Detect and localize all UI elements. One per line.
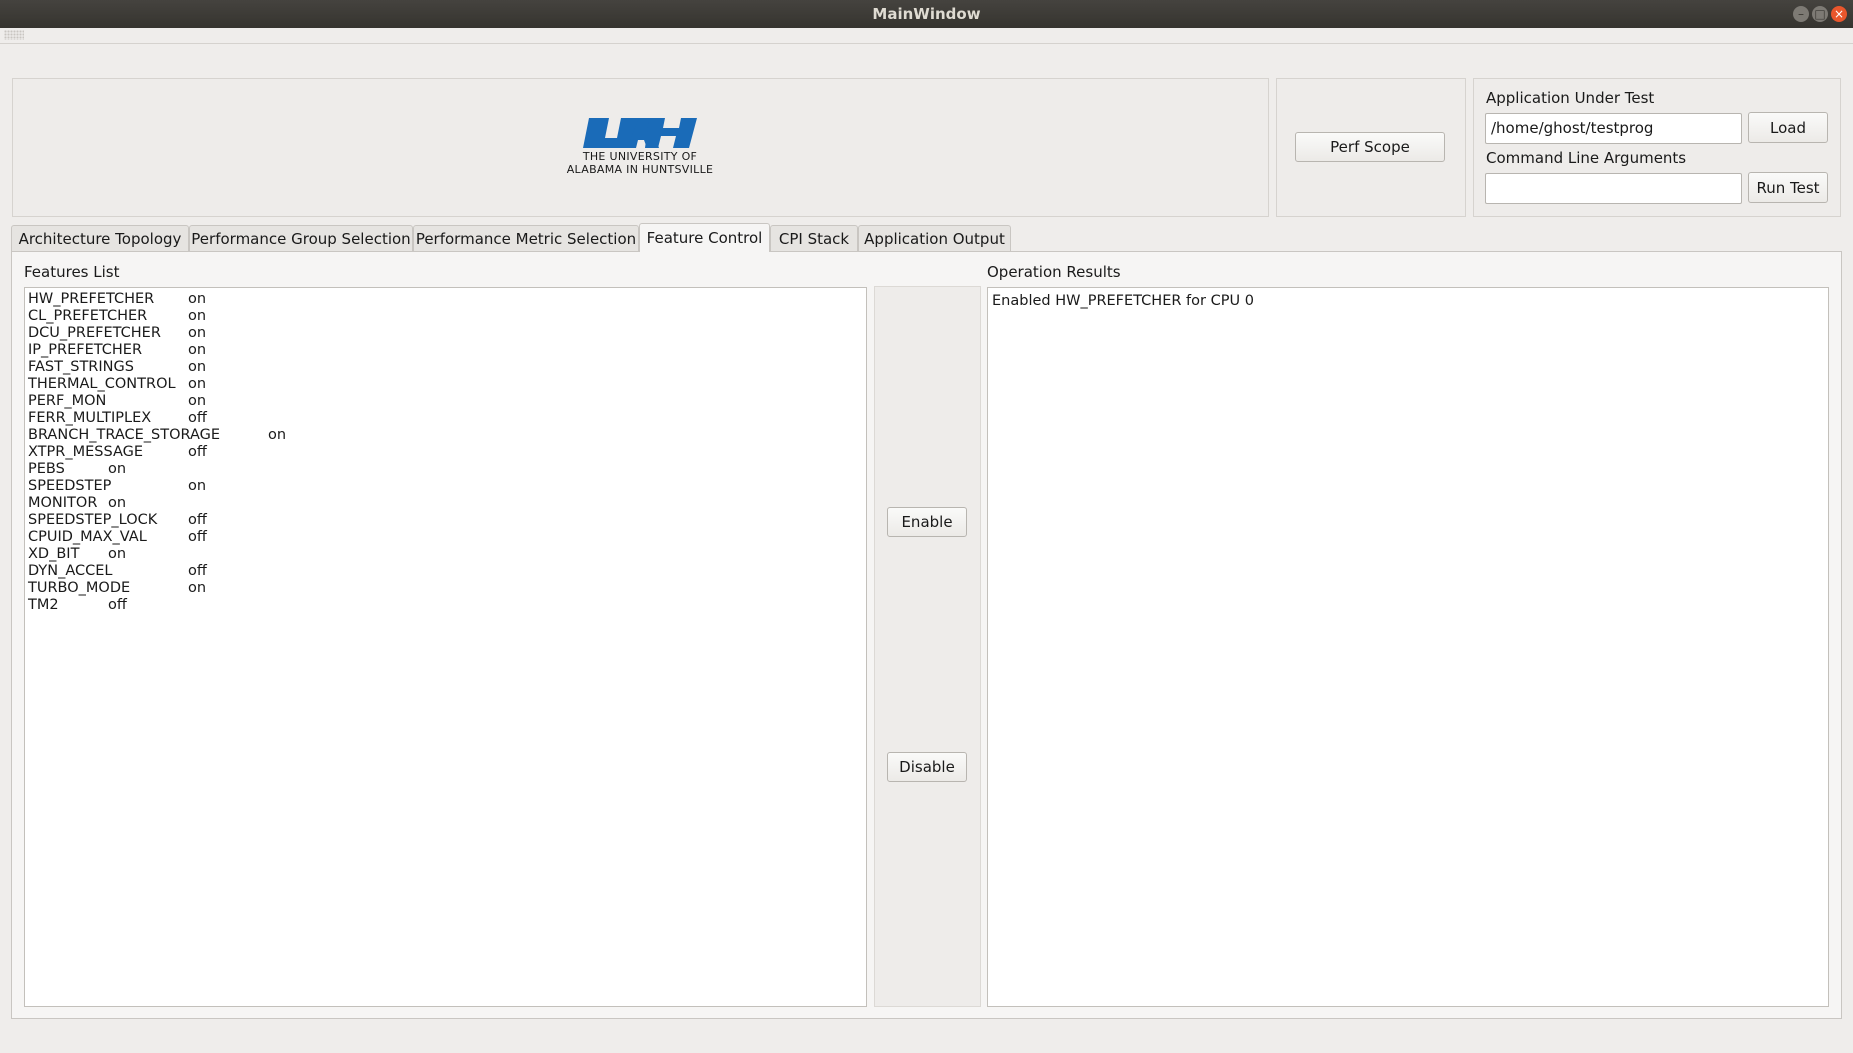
result-line: Enabled HW_PREFETCHER for CPU 0 (992, 293, 1254, 309)
feature-name: IP_PREFETCHER (28, 342, 143, 358)
features-list-label: Features List (24, 263, 120, 281)
perf-scope-button[interactable]: Perf Scope (1295, 132, 1445, 162)
close-icon[interactable]: × (1831, 6, 1847, 22)
toolbar-grip[interactable] (4, 30, 24, 40)
feature-row[interactable]: SPEEDSTEP on (25, 478, 866, 495)
load-button[interactable]: Load (1748, 112, 1828, 143)
feature-state: on (188, 376, 207, 392)
tab-application-output[interactable]: Application Output (858, 225, 1011, 251)
feature-row[interactable]: CL_PREFETCHER on (25, 308, 866, 325)
feature-state: on (188, 478, 207, 494)
feature-name: HW_PREFETCHER (28, 291, 155, 307)
uah-logo-mark (583, 118, 697, 148)
feature-name: BRANCH_TRACE_STORAGE (28, 427, 221, 443)
app-under-test-label: Application Under Test (1486, 89, 1655, 107)
window-title: MainWindow (872, 5, 981, 23)
feature-state: on (188, 342, 207, 358)
logo-line-1: THE UNIVERSITY OF (582, 150, 698, 163)
feature-name: MONITOR (28, 495, 98, 511)
feature-row[interactable]: DCU_PREFETCHER on (25, 325, 866, 342)
feature-name: TURBO_MODE (28, 580, 131, 596)
feature-name: XD_BIT (28, 546, 80, 562)
feature-name: XTPR_MESSAGE (28, 444, 144, 460)
feature-state: on (188, 308, 207, 324)
minimize-icon[interactable]: – (1793, 6, 1809, 22)
feature-row[interactable]: XD_BIT on (25, 546, 866, 563)
feature-row[interactable]: TURBO_MODE on (25, 580, 866, 597)
feature-row[interactable]: PEBS on (25, 461, 866, 478)
tab-feature-control[interactable]: Feature Control (639, 223, 770, 252)
feature-state: off (108, 597, 127, 613)
tab-architecture-topology[interactable]: Architecture Topology (11, 225, 189, 251)
cmd-args-label: Command Line Arguments (1486, 149, 1687, 167)
run-test-button[interactable]: Run Test (1748, 172, 1828, 203)
feature-name: FERR_MULTIPLEX (28, 410, 152, 426)
feature-state: on (188, 580, 207, 596)
feature-state: on (108, 461, 127, 477)
feature-row[interactable]: MONITOR on (25, 495, 866, 512)
feature-state: on (188, 393, 207, 409)
feature-state: off (188, 512, 207, 528)
uah-logo: THE UNIVERSITY OF ALABAMA IN HUNTSVILLE (560, 116, 720, 182)
disable-button[interactable]: Disable (887, 752, 967, 782)
feature-name: DCU_PREFETCHER (28, 325, 161, 341)
feature-name: SPEEDSTEP_LOCK (28, 512, 158, 528)
feature-row[interactable]: HW_PREFETCHER on (25, 291, 866, 308)
feature-state: on (188, 359, 207, 375)
enable-button[interactable]: Enable (887, 507, 967, 537)
feature-row[interactable]: XTPR_MESSAGE off (25, 444, 866, 461)
features-list[interactable]: HW_PREFETCHER on CL_PREFETCHER on DCU_PREFET… (24, 287, 867, 1007)
feature-name: THERMAL_CONTROL (28, 376, 176, 392)
operation-results-box: Enabled HW_PREFETCHER for CPU 0 (987, 287, 1829, 1007)
feature-row[interactable]: THERMAL_CONTROL on (25, 376, 866, 393)
feature-state: on (108, 546, 127, 562)
feature-row[interactable]: IP_PREFETCHER on (25, 342, 866, 359)
feature-name: PEBS (28, 461, 65, 477)
feature-state: on (188, 291, 207, 307)
feature-row[interactable]: BRANCH_TRACE_STORAGE on (25, 427, 866, 444)
menu-bar (0, 28, 1853, 44)
feature-name: CL_PREFETCHER (28, 308, 148, 324)
actions-panel (874, 286, 981, 1007)
feature-row[interactable]: CPUID_MAX_VAL off (25, 529, 866, 546)
feature-state: off (188, 529, 207, 545)
feature-name: DYN_ACCEL (28, 563, 113, 579)
feature-row[interactable]: SPEEDSTEP_LOCK off (25, 512, 866, 529)
feature-state: off (188, 410, 207, 426)
app-path-input[interactable]: /home/ghost/testprog (1485, 113, 1742, 144)
title-bar: MainWindow – □ × (0, 0, 1853, 28)
feature-name: CPUID_MAX_VAL (28, 529, 147, 545)
feature-name: PERF_MON (28, 393, 107, 409)
feature-state: off (188, 563, 207, 579)
feature-state: on (188, 325, 207, 341)
feature-row[interactable]: DYN_ACCEL off (25, 563, 866, 580)
feature-state: on (108, 495, 127, 511)
logo-line-2: ALABAMA IN HUNTSVILLE (566, 163, 714, 176)
feature-row[interactable]: TM2 off (25, 597, 866, 614)
maximize-icon[interactable]: □ (1812, 6, 1828, 22)
feature-state: off (188, 444, 207, 460)
feature-name: TM2 (28, 597, 59, 613)
tab-performance-group-selection[interactable]: Performance Group Selection (189, 225, 413, 251)
feature-row[interactable]: FERR_MULTIPLEX off (25, 410, 866, 427)
feature-row[interactable]: FAST_STRINGS on (25, 359, 866, 376)
feature-state: on (268, 427, 287, 443)
tab-cpi-stack[interactable]: CPI Stack (770, 225, 858, 251)
feature-name: SPEEDSTEP (28, 478, 112, 494)
tab-performance-metric-selection[interactable]: Performance Metric Selection (413, 225, 639, 251)
feature-name: FAST_STRINGS (28, 359, 134, 375)
feature-row[interactable]: PERF_MON on (25, 393, 866, 410)
operation-results-label: Operation Results (987, 263, 1121, 281)
cmd-args-input[interactable] (1485, 173, 1742, 204)
